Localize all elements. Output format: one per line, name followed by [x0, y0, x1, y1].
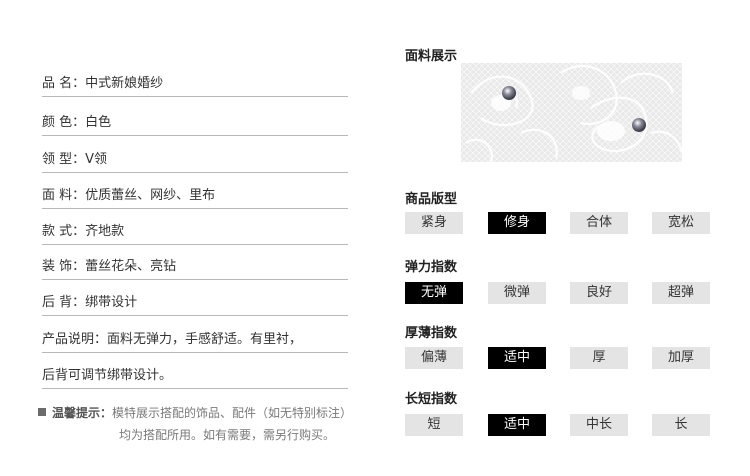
thickness-options: 偏薄 适中 厚 加厚 — [405, 347, 711, 369]
thickness-option-thick[interactable]: 厚 — [570, 347, 628, 369]
spec-label: 颜 色： — [42, 115, 86, 130]
notice-line-1: 温馨提示：模特展示搭配的饰品、配件（如无特别标注） — [38, 402, 368, 424]
spec-row-back: 后 背：绑带设计 — [42, 293, 348, 316]
spec-label: 后 背： — [42, 295, 86, 310]
fabric-title: 面料展示 — [405, 49, 458, 64]
spec-value: 面料无弹力，手感舒适。有里衬， — [107, 332, 303, 347]
index-title-length: 长短指数 — [405, 392, 458, 407]
spec-label: 面 料： — [42, 188, 86, 203]
stretch-option-super[interactable]: 超弹 — [652, 282, 710, 304]
length-option-mid-long[interactable]: 中长 — [570, 414, 628, 436]
spec-row-fabric: 面 料：优质蕾丝、网纱、里布 — [42, 186, 348, 209]
spec-value: 中式新娘婚纱 — [85, 76, 164, 91]
length-option-long[interactable]: 长 — [652, 414, 710, 436]
stretch-option-slight[interactable]: 微弹 — [488, 282, 546, 304]
spec-value: 白色 — [85, 115, 112, 130]
length-option-short[interactable]: 短 — [405, 414, 463, 436]
spec-label: 装 饰： — [42, 259, 86, 274]
spec-value: 蕾丝花朵、亮钻 — [85, 259, 177, 274]
notice-title: 温馨提示： — [52, 406, 113, 420]
spec-row-description: 产品说明：面料无弹力，手感舒适。有里衬， — [42, 330, 348, 353]
spec-row-name: 品 名：中式新娘婚纱 — [42, 74, 348, 97]
product-index-panel: 面料展示 商品版型 紧身 修身 合体 宽松 弹力指数 无弹 微弹 良好 超弹 厚… — [405, 0, 725, 476]
fit-option-regular[interactable]: 合体 — [570, 212, 628, 234]
spec-value: 绑带设计 — [85, 295, 138, 310]
square-bullet-icon — [38, 408, 46, 416]
product-specs-panel: 品 名：中式新娘婚纱 颜 色：白色 领 型：V领 面 料：优质蕾丝、网纱、里布 … — [0, 0, 370, 476]
notice-text-2: 均为搭配所用。如有需要，需另行购买。 — [119, 428, 336, 442]
spec-value: 齐地款 — [85, 224, 125, 239]
notice-text-1: 模特展示搭配的饰品、配件（如无特别标注） — [112, 406, 353, 420]
spec-row-description-cont: 后背可调节绑带设计。 — [42, 366, 348, 389]
thickness-option-thin[interactable]: 偏薄 — [405, 347, 463, 369]
fit-option-loose[interactable]: 宽松 — [652, 212, 710, 234]
spec-row-color: 颜 色：白色 — [42, 113, 348, 136]
stretch-option-none[interactable]: 无弹 — [405, 282, 463, 304]
fit-option-tight[interactable]: 紧身 — [405, 212, 463, 234]
index-title-stretch: 弹力指数 — [405, 260, 458, 275]
spec-row-collar: 领 型：V领 — [42, 150, 348, 173]
thickness-option-medium[interactable]: 适中 — [488, 347, 546, 369]
warm-notice: 温馨提示：模特展示搭配的饰品、配件（如无特别标注） 均为搭配所用。如有需要，需另… — [38, 402, 368, 446]
spec-row-decoration: 装 饰：蕾丝花朵、亮钻 — [42, 257, 348, 280]
spec-label: 领 型： — [42, 152, 86, 167]
length-options: 短 适中 中长 长 — [405, 414, 711, 436]
lace-pattern-graphic — [461, 63, 682, 162]
spec-value: 后背可调节绑带设计。 — [42, 368, 173, 383]
length-option-medium[interactable]: 适中 — [488, 414, 546, 436]
index-title-fit: 商品版型 — [405, 192, 458, 207]
stretch-options: 无弹 微弹 良好 超弹 — [405, 282, 711, 304]
spec-label: 款 式： — [42, 224, 86, 239]
thickness-option-extra-thick[interactable]: 加厚 — [652, 347, 710, 369]
index-title-thickness: 厚薄指数 — [405, 326, 458, 341]
spec-value: 优质蕾丝、网纱、里布 — [85, 188, 216, 203]
spec-row-style: 款 式：齐地款 — [42, 222, 348, 245]
stretch-option-good[interactable]: 良好 — [570, 282, 628, 304]
fit-option-slim[interactable]: 修身 — [488, 212, 546, 234]
spec-value: V领 — [85, 152, 108, 167]
fit-options: 紧身 修身 合体 宽松 — [405, 212, 711, 234]
spec-label: 产品说明： — [42, 332, 108, 347]
fabric-lace-image — [461, 63, 682, 162]
spec-label: 品 名： — [42, 76, 86, 91]
